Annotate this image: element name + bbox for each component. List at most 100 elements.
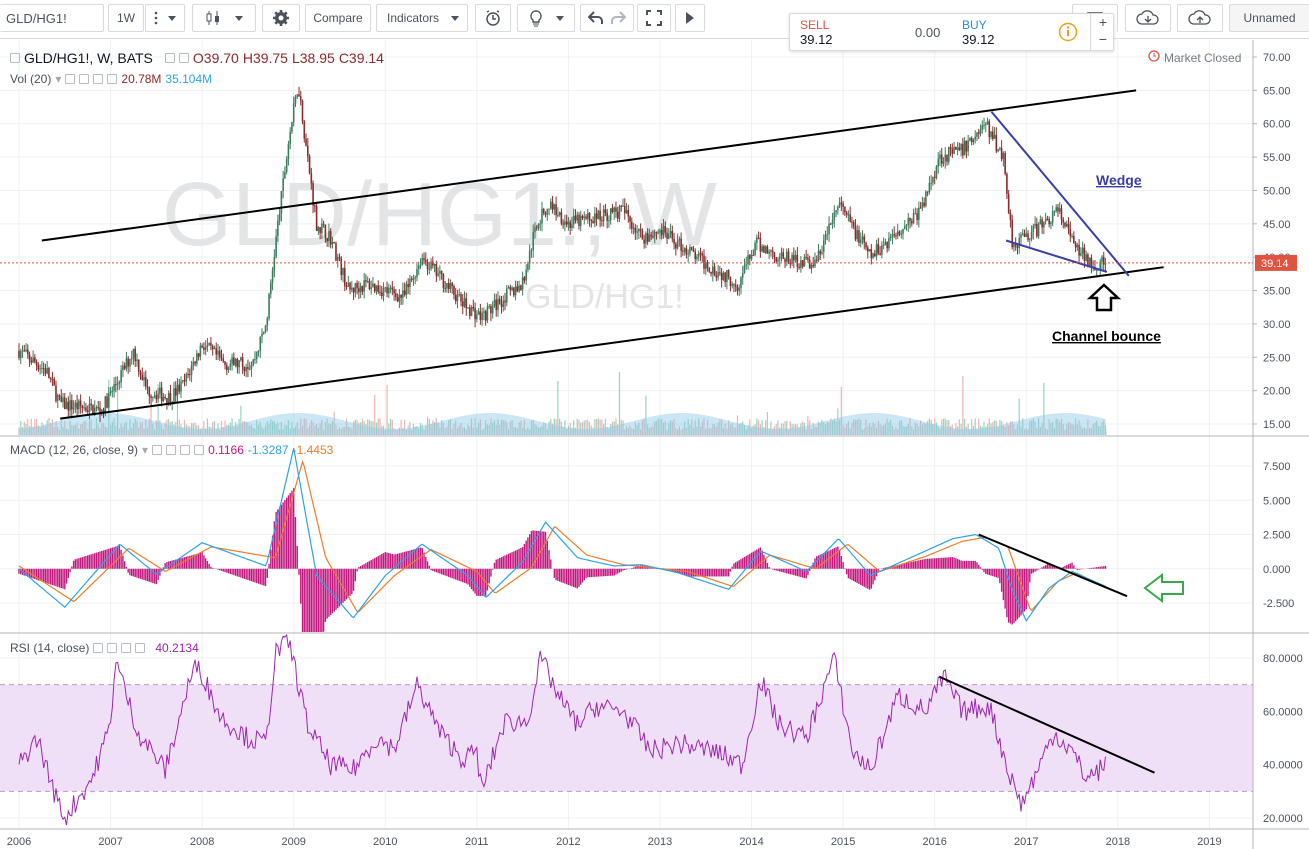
macd-axis-label: 0.000 [1263,564,1291,576]
candle-body [312,183,314,206]
symbol-search-input[interactable]: GLD/HG1! [0,4,104,32]
collapse-icon[interactable] [10,53,20,63]
candle-body [712,266,714,274]
price-axis-label: 45.00 [1263,219,1291,231]
interval-text: 1W [117,11,135,25]
candle-body [625,210,628,214]
replay-button[interactable] [675,4,705,32]
chevron-down-icon[interactable]: ▾ [142,443,148,457]
candle-body [400,294,402,298]
ideas-button[interactable] [517,4,575,32]
candle-body [856,230,859,240]
close-icon[interactable] [194,445,205,455]
gear-icon[interactable] [107,643,118,653]
undo-icon[interactable] [588,11,604,25]
ohlc-high: H39.75 [242,50,288,66]
quantity-stepper[interactable]: + − [1090,14,1115,50]
candle-body [322,223,325,225]
candle-body [518,285,520,292]
candle-body [874,253,876,257]
candle-body [125,358,128,369]
candle-body [461,301,464,307]
candle-body [550,201,552,209]
candle-body [882,244,885,246]
candle-body [484,311,487,321]
candle-body [682,250,684,252]
time-axis-label: 2009 [281,836,305,848]
up-arrow-icon[interactable] [1086,283,1122,312]
eye-icon[interactable] [164,53,175,63]
save-layout-button[interactable] [1177,4,1223,32]
candle-body [1060,208,1063,220]
close-icon[interactable] [107,74,118,84]
candle-body [724,272,726,283]
candle-body [502,300,505,307]
gear-icon[interactable] [79,74,90,84]
layout-name-button[interactable]: Unnamed [1229,4,1309,32]
candle-body [291,122,293,132]
sell-button[interactable]: SELL 39.12 [800,18,833,47]
alert-button[interactable] [475,4,511,32]
compare-button[interactable]: Compare [305,4,371,32]
interval-menu-button[interactable] [145,4,185,32]
redo-icon[interactable] [610,11,626,25]
eye-icon[interactable] [93,643,104,653]
candle-body [844,206,846,213]
wedge-upper-trendline[interactable] [990,111,1130,277]
candle-body [270,282,272,294]
candle-body [773,252,776,258]
plus-icon[interactable] [93,74,104,84]
eye-icon[interactable] [65,74,76,84]
indicators-button[interactable]: Indicators [376,4,468,32]
plus-icon[interactable] [180,445,191,455]
macd-histogram-value: 0.1166 [208,443,244,457]
candle-body [726,270,728,283]
interval-button[interactable]: 1W [108,4,144,32]
symbol-watermark: GLD/HG1!, W GLD/HG1! [162,165,717,316]
candle-body [928,182,931,193]
plus-icon[interactable]: + [1091,14,1115,31]
candle-body [579,215,582,226]
time-axis-label: 2016 [922,836,946,848]
candle-body [594,213,596,224]
candle-body [440,270,443,275]
candle-body [602,209,605,222]
candle-body [521,277,524,290]
candle-body [673,238,675,244]
wedge-label[interactable]: Wedge [1096,172,1142,188]
left-arrow-icon[interactable] [1143,572,1184,604]
candle-body [697,253,700,257]
macd-title[interactable]: MACD (12, 26, close, 9) [10,443,138,457]
plus-icon[interactable] [121,643,132,653]
candle-body [870,249,873,258]
chevron-down-icon[interactable]: ▾ [55,72,61,86]
candle-body [701,253,704,256]
candle-body [683,248,686,252]
info-icon[interactable] [1058,22,1078,45]
candle-body [19,351,22,358]
lightbulb-icon [528,9,544,27]
load-layout-button[interactable] [1125,4,1171,32]
gear-icon[interactable] [166,445,177,455]
eye-icon[interactable] [152,445,163,455]
buy-button[interactable]: BUY 39.12 [962,18,995,47]
candle-body [930,182,932,184]
rsi-legend: RSI (14, close) 40.2134 [10,641,199,655]
volume-title[interactable]: Vol (20) [10,72,51,86]
candle-body [1101,256,1103,262]
candle-body [912,213,915,224]
candle-body [903,226,906,230]
candle-body [336,257,339,261]
channel-bounce-label[interactable]: Channel bounce [1052,328,1161,344]
close-icon[interactable] [135,643,146,653]
gear-icon[interactable] [178,53,189,63]
candle-body [875,244,878,257]
rsi-title[interactable]: RSI (14, close) [10,641,89,655]
minus-icon[interactable]: − [1091,31,1115,48]
settings-button[interactable] [262,4,300,32]
fullscreen-button[interactable] [637,4,671,32]
candle-body [32,357,34,363]
chart-style-button[interactable] [192,4,256,32]
candle-body [578,214,580,226]
candle-body [454,294,457,302]
